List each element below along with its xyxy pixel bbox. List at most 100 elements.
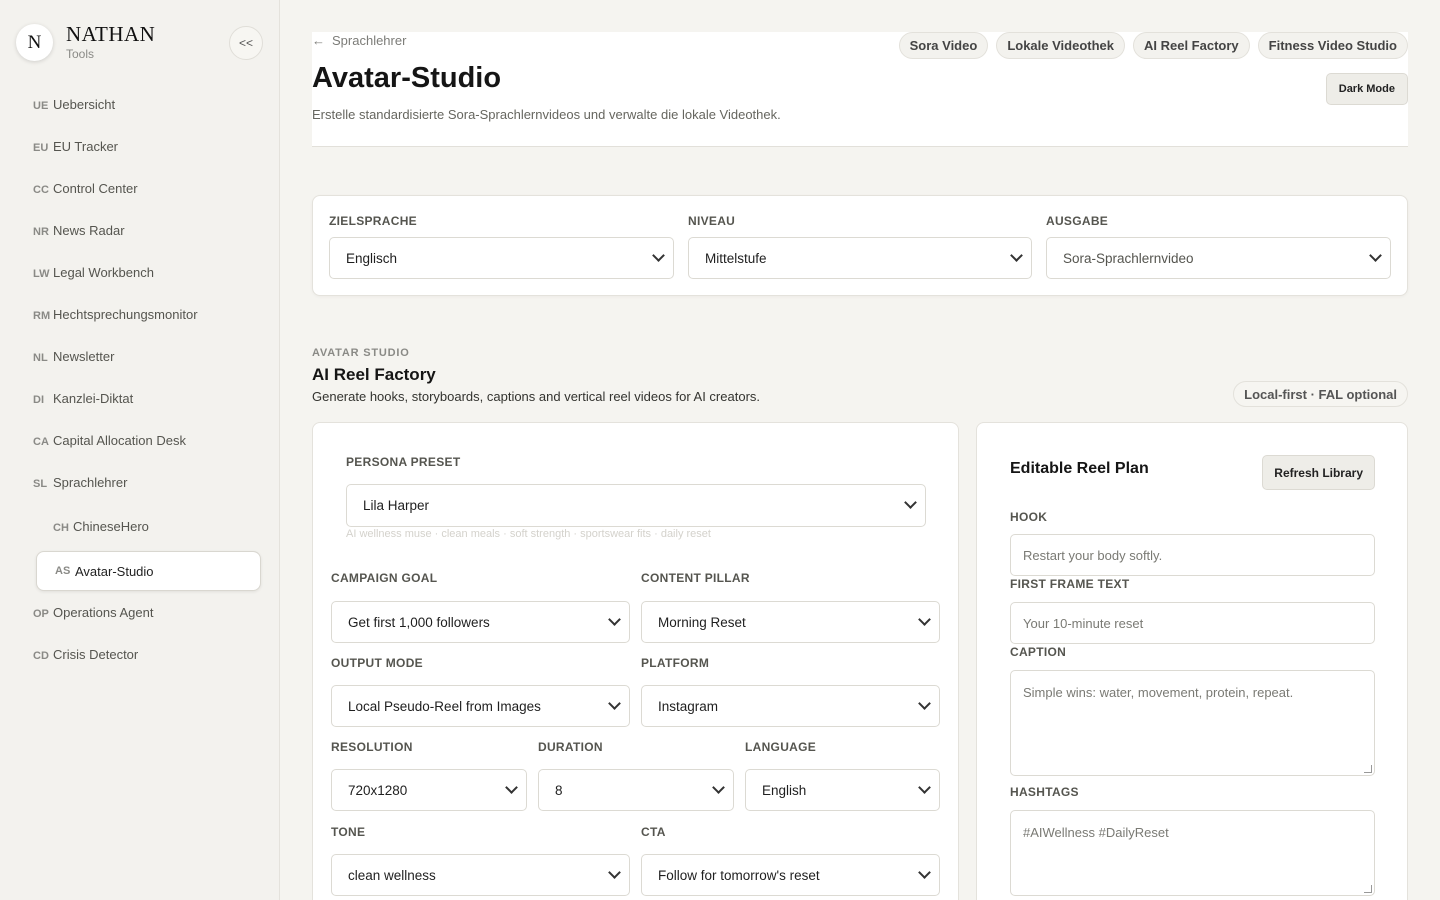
chevron-down-icon [608,613,621,626]
sidebar-item-chinesehero[interactable]: CH ChineseHero [53,519,149,534]
persona-preset-select[interactable]: Lila Harper [346,484,926,527]
sidebar-item-label: Control Center [53,181,138,196]
persona-preset-label: PERSONA PRESET [346,455,461,469]
campaign-goal-select[interactable]: Get first 1,000 followers [331,601,630,643]
sidebar-item-sprachlehrer[interactable]: SL Sprachlehrer [33,475,127,490]
page-header: ← Sprachlehrer Avatar-Studio Erstelle sta… [312,32,1408,147]
platform-select[interactable]: Instagram [641,685,940,727]
refresh-library-button[interactable]: Refresh Library [1262,455,1375,490]
resize-handle-icon[interactable] [1364,885,1372,893]
output-mode-select[interactable]: Local Pseudo-Reel from Images [331,685,630,727]
sidebar-item-crisis-detector[interactable]: CD Crisis Detector [33,647,138,662]
ausgabe-select[interactable]: Sora-Sprachlernvideo [1046,237,1391,279]
tone-select[interactable]: clean wellness [331,854,630,896]
chip-lokale-videothek[interactable]: Lokale Videothek [996,32,1125,59]
nav-code: EU [33,142,49,154]
collapse-sidebar-button[interactable]: << [229,26,263,60]
dark-mode-button[interactable]: Dark Mode [1325,73,1408,105]
campaign-goal-value: Get first 1,000 followers [348,614,490,630]
nav-code: AS [55,565,71,577]
content-pillar-label: CONTENT PILLAR [641,571,750,585]
niveau-select[interactable]: Mittelstufe [688,237,1032,279]
sidebar-item-newsletter[interactable]: NL Newsletter [33,349,114,364]
nav-code: OP [33,608,49,620]
chevron-down-icon [652,249,665,262]
reel-config-card: PERSONA PRESET Lila Harper AI wellness m… [312,422,959,900]
back-link[interactable]: ← Sprachlehrer [312,33,406,48]
chip-ai-reel-factory[interactable]: AI Reel Factory [1133,32,1250,59]
tone-value: clean wellness [348,867,436,883]
sidebar-item-label: Legal Workbench [53,265,154,280]
chevron-down-icon [505,781,518,794]
ausgabe-value: Sora-Sprachlernvideo [1063,250,1194,266]
campaign-goal-label: CAMPAIGN GOAL [331,571,438,585]
sidebar: N NATHAN Tools << UE Uebersicht EU EU Trac… [0,0,280,900]
reel-plan-card: Editable Reel Plan Refresh Library HOOK … [976,422,1408,900]
chevron-down-icon [608,866,621,879]
chevron-down-icon [918,697,931,710]
duration-select[interactable]: 8 [538,769,734,811]
brand[interactable]: N NATHAN Tools [16,24,155,61]
sidebar-item-capital-allocation-desk[interactable]: CA Capital Allocation Desk [33,433,186,448]
caption-textarea[interactable]: Simple wins: water, movement, protein, r… [1010,670,1375,776]
sidebar-item-label: Avatar-Studio [75,563,154,579]
niveau-value: Mittelstufe [705,250,767,266]
hashtags-textarea[interactable]: #AIWellness #DailyReset [1010,810,1375,896]
persona-hint: AI wellness muse · clean meals · soft st… [346,528,711,540]
cta-label: CTA [641,825,666,839]
hashtags-label: HASHTAGS [1010,785,1079,799]
resolution-select[interactable]: 720x1280 [331,769,527,811]
sidebar-item-label: Uebersicht [53,97,116,112]
content-pillar-select[interactable]: Morning Reset [641,601,940,643]
chevron-down-icon [918,866,931,879]
nav-code: CH [53,522,69,534]
cta-select[interactable]: Follow for tomorrow's reset [641,854,940,896]
zielsprache-select[interactable]: Englisch [329,237,674,279]
nav-code: CC [33,184,49,196]
caption-placeholder: Simple wins: water, movement, protein, r… [1023,685,1294,700]
sidebar-item-uebersicht[interactable]: UE Uebersicht [33,97,115,112]
first-frame-input[interactable]: Your 10-minute reset [1010,602,1375,644]
duration-value: 8 [555,782,563,798]
chevron-down-icon [1010,249,1023,262]
duration-label: DURATION [538,740,603,754]
chevron-down-icon [608,697,621,710]
language-settings-card: ZIELSPRACHE Englisch NIVEAU Mittelstufe … [312,195,1408,296]
output-mode-value: Local Pseudo-Reel from Images [348,698,541,714]
resize-handle-icon[interactable] [1364,765,1372,773]
sidebar-item-operations-agent[interactable]: OP Operations Agent [33,605,153,620]
nav-code: NL [33,352,48,364]
avatar: N [16,24,53,61]
sidebar-item-control-center[interactable]: CC Control Center [33,181,138,196]
hook-input[interactable]: Restart your body softly. [1010,534,1375,576]
persona-preset-value: Lila Harper [363,498,430,513]
resolution-label: RESOLUTION [331,740,413,754]
content-pillar-value: Morning Reset [658,614,746,630]
back-link-label: Sprachlehrer [332,33,407,48]
nav-code: UE [33,100,49,112]
chip-fitness-video-studio[interactable]: Fitness Video Studio [1257,32,1408,59]
chevron-down-icon [904,496,917,509]
language-select[interactable]: English [745,769,940,811]
nav-code: CD [33,650,49,662]
nav-code: SL [33,478,48,490]
brand-name: NATHAN [66,22,156,46]
sidebar-item-avatar-studio[interactable]: AS Avatar-Studio [36,551,261,591]
platform-value: Instagram [658,698,719,714]
caption-label: CAPTION [1010,645,1067,659]
sidebar-item-legal-workbench[interactable]: LW Legal Workbench [33,265,154,280]
chip-sora-video[interactable]: Sora Video [898,32,989,59]
sidebar-item-news-radar[interactable]: NR News Radar [33,223,125,238]
language-label: LANGUAGE [745,740,817,754]
sidebar-item-eu-tracker[interactable]: EU EU Tracker [33,139,118,154]
language-value: English [762,782,807,798]
chevron-down-icon [918,781,931,794]
first-frame-label: FIRST FRAME TEXT [1010,577,1130,591]
sidebar-item-kanzlei-diktat[interactable]: DI Kanzlei-Diktat [33,391,133,406]
nav-code: RM [33,310,51,322]
sidebar-item-label: Hechtsprechungsmonitor [53,307,198,322]
tone-label: TONE [331,825,366,839]
sidebar-item-rechtsprechungsmonitor[interactable]: RM Hechtsprechungsmonitor [33,307,198,322]
chevron-down-icon [712,781,725,794]
zielsprache-label: ZIELSPRACHE [329,214,417,228]
